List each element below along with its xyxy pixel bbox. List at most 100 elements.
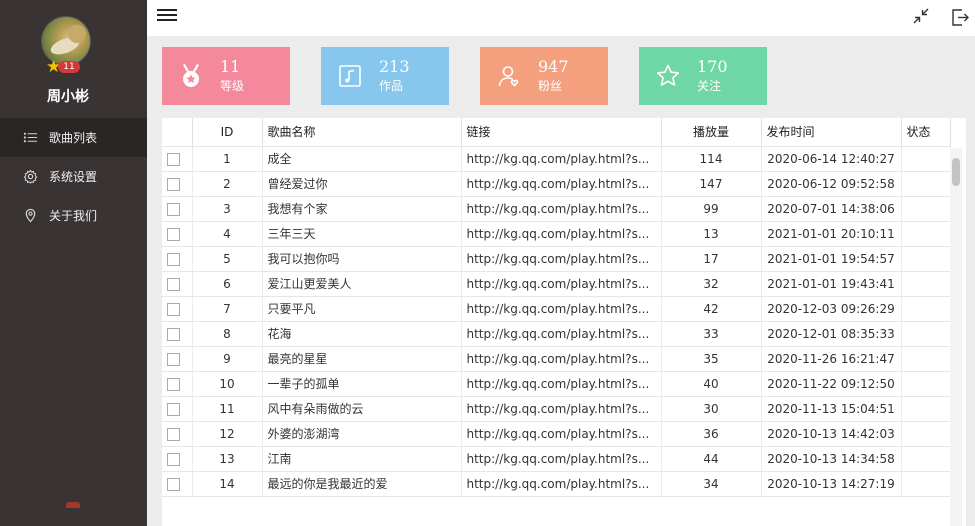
header-status[interactable]: 状态 bbox=[901, 118, 951, 147]
cell-link[interactable]: http://kg.qq.com/play.html?s... bbox=[461, 446, 662, 472]
table-row[interactable]: 11 风中有朵雨做的云 http://kg.qq.com/play.html?s..… bbox=[162, 396, 951, 422]
sidebar-item-settings[interactable]: 系统设置 bbox=[0, 157, 147, 196]
cell-song-name: 爱江山更爱美人 bbox=[262, 271, 462, 297]
avatar-image-part bbox=[68, 25, 86, 43]
row-checkbox[interactable] bbox=[167, 452, 180, 466]
cell-id: 11 bbox=[192, 396, 263, 422]
cell-id: 14 bbox=[192, 471, 263, 497]
sidebar-decoration bbox=[66, 502, 80, 508]
stat-card-following[interactable]: 170 关注 bbox=[639, 47, 767, 105]
cell-link[interactable]: http://kg.qq.com/play.html?s... bbox=[461, 171, 662, 197]
level-badge: ★ 11 bbox=[46, 59, 80, 76]
cell-plays: 99 bbox=[661, 196, 762, 222]
row-checkbox[interactable] bbox=[167, 402, 180, 416]
cell-song-name: 成全 bbox=[262, 146, 462, 172]
cell-link[interactable]: http://kg.qq.com/play.html?s... bbox=[461, 296, 662, 322]
header-plays[interactable]: 播放量 bbox=[661, 118, 762, 147]
table-row[interactable]: 12 外婆的澎湖湾 http://kg.qq.com/play.html?s... 3… bbox=[162, 421, 951, 447]
table-row[interactable]: 4 三年三天 http://kg.qq.com/play.html?s... 13 20… bbox=[162, 221, 951, 247]
table-row[interactable]: 3 我想有个家 http://kg.qq.com/play.html?s... 99 2… bbox=[162, 196, 951, 222]
table-row[interactable]: 10 一辈子的孤单 http://kg.qq.com/play.html?s... 4… bbox=[162, 371, 951, 397]
stat-card-level[interactable]: 11 等级 bbox=[162, 47, 290, 105]
row-checkbox[interactable] bbox=[167, 302, 180, 316]
cell-status bbox=[901, 196, 951, 222]
vertical-scrollbar[interactable] bbox=[950, 148, 962, 526]
sidebar-item-about[interactable]: 关于我们 bbox=[0, 196, 147, 235]
header-publish-time[interactable]: 发布时间 bbox=[761, 118, 902, 147]
table-row[interactable]: 2 曾经爱过你 http://kg.qq.com/play.html?s... 147… bbox=[162, 171, 951, 197]
stat-card-works[interactable]: 213 作品 bbox=[321, 47, 449, 105]
row-checkbox[interactable] bbox=[167, 177, 180, 191]
cell-link[interactable]: http://kg.qq.com/play.html?s... bbox=[461, 396, 662, 422]
cell-link[interactable]: http://kg.qq.com/play.html?s... bbox=[461, 321, 662, 347]
cell-id: 7 bbox=[192, 296, 263, 322]
logout-icon[interactable] bbox=[949, 6, 971, 28]
cell-link[interactable]: http://kg.qq.com/play.html?s... bbox=[461, 271, 662, 297]
cell-id: 8 bbox=[192, 321, 263, 347]
cell-link[interactable]: http://kg.qq.com/play.html?s... bbox=[461, 371, 662, 397]
table-row[interactable]: 9 最亮的星星 http://kg.qq.com/play.html?s... 35 2… bbox=[162, 346, 951, 372]
cell-link[interactable]: http://kg.qq.com/play.html?s... bbox=[461, 146, 662, 172]
compress-icon[interactable] bbox=[911, 6, 931, 26]
row-checkbox[interactable] bbox=[167, 227, 180, 241]
header-song-name[interactable]: 歌曲名称 bbox=[262, 118, 462, 147]
stat-value: 11 bbox=[220, 57, 241, 76]
row-checkbox-cell bbox=[162, 421, 193, 447]
cell-link[interactable]: http://kg.qq.com/play.html?s... bbox=[461, 196, 662, 222]
table-row[interactable]: 14 最远的你是我最近的爱 http://kg.qq.com/play.html?s… bbox=[162, 471, 951, 497]
row-checkbox[interactable] bbox=[167, 352, 180, 366]
cell-plays: 13 bbox=[661, 221, 762, 247]
gear-icon bbox=[22, 169, 38, 185]
row-checkbox-cell bbox=[162, 371, 193, 397]
list-icon bbox=[22, 130, 38, 146]
cell-song-name: 江南 bbox=[262, 446, 462, 472]
sidebar-item-song-list[interactable]: 歌曲列表 bbox=[0, 118, 147, 157]
table-row[interactable]: 5 我可以抱你吗 http://kg.qq.com/play.html?s... 17… bbox=[162, 246, 951, 272]
stat-label: 等级 bbox=[220, 79, 245, 93]
row-checkbox-cell bbox=[162, 346, 193, 372]
row-checkbox[interactable] bbox=[167, 277, 180, 291]
stat-value: 213 bbox=[379, 57, 410, 76]
hamburger-menu-icon[interactable] bbox=[157, 6, 177, 24]
row-checkbox-cell bbox=[162, 396, 193, 422]
cell-publish-time: 2020-11-22 09:12:50 bbox=[761, 371, 902, 397]
cell-link[interactable]: http://kg.qq.com/play.html?s... bbox=[461, 421, 662, 447]
cell-plays: 40 bbox=[661, 371, 762, 397]
stat-card-fans[interactable]: 947 粉丝 bbox=[480, 47, 608, 105]
cell-link[interactable]: http://kg.qq.com/play.html?s... bbox=[461, 221, 662, 247]
header-id[interactable]: ID bbox=[192, 118, 263, 147]
row-checkbox[interactable] bbox=[167, 477, 180, 491]
table-row[interactable]: 6 爱江山更爱美人 http://kg.qq.com/play.html?s... 3… bbox=[162, 271, 951, 297]
row-checkbox-cell bbox=[162, 446, 193, 472]
cell-plays: 36 bbox=[661, 421, 762, 447]
header-link[interactable]: 链接 bbox=[461, 118, 662, 147]
cell-status bbox=[901, 221, 951, 247]
table-row[interactable]: 13 江南 http://kg.qq.com/play.html?s... 44 202… bbox=[162, 446, 951, 472]
cell-id: 2 bbox=[192, 171, 263, 197]
sidebar-nav: 歌曲列表 系统设置 关于我们 bbox=[0, 118, 147, 235]
row-checkbox[interactable] bbox=[167, 152, 180, 166]
row-checkbox[interactable] bbox=[167, 377, 180, 391]
cell-link[interactable]: http://kg.qq.com/play.html?s... bbox=[461, 471, 662, 497]
row-checkbox[interactable] bbox=[167, 252, 180, 266]
cell-song-name: 我可以抱你吗 bbox=[262, 246, 462, 272]
row-checkbox[interactable] bbox=[167, 202, 180, 216]
table-row[interactable]: 1 成全 http://kg.qq.com/play.html?s... 114 202… bbox=[162, 146, 951, 172]
cell-status bbox=[901, 271, 951, 297]
cell-status bbox=[901, 471, 951, 497]
cell-status bbox=[901, 446, 951, 472]
cell-song-name: 最远的你是我最近的爱 bbox=[262, 471, 462, 497]
table-row[interactable]: 8 花海 http://kg.qq.com/play.html?s... 33 2020… bbox=[162, 321, 951, 347]
cell-link[interactable]: http://kg.qq.com/play.html?s... bbox=[461, 246, 662, 272]
cell-publish-time: 2020-11-26 16:21:47 bbox=[761, 346, 902, 372]
table-row[interactable]: 7 只要平凡 http://kg.qq.com/play.html?s... 42 20… bbox=[162, 296, 951, 322]
row-checkbox[interactable] bbox=[167, 427, 180, 441]
cell-publish-time: 2021-01-01 19:43:41 bbox=[761, 271, 902, 297]
cell-id: 3 bbox=[192, 196, 263, 222]
scrollbar-thumb[interactable] bbox=[952, 158, 960, 186]
cell-id: 4 bbox=[192, 221, 263, 247]
cell-link[interactable]: http://kg.qq.com/play.html?s... bbox=[461, 346, 662, 372]
cell-id: 5 bbox=[192, 246, 263, 272]
sidebar-item-label: 关于我们 bbox=[49, 209, 98, 223]
row-checkbox[interactable] bbox=[167, 327, 180, 341]
